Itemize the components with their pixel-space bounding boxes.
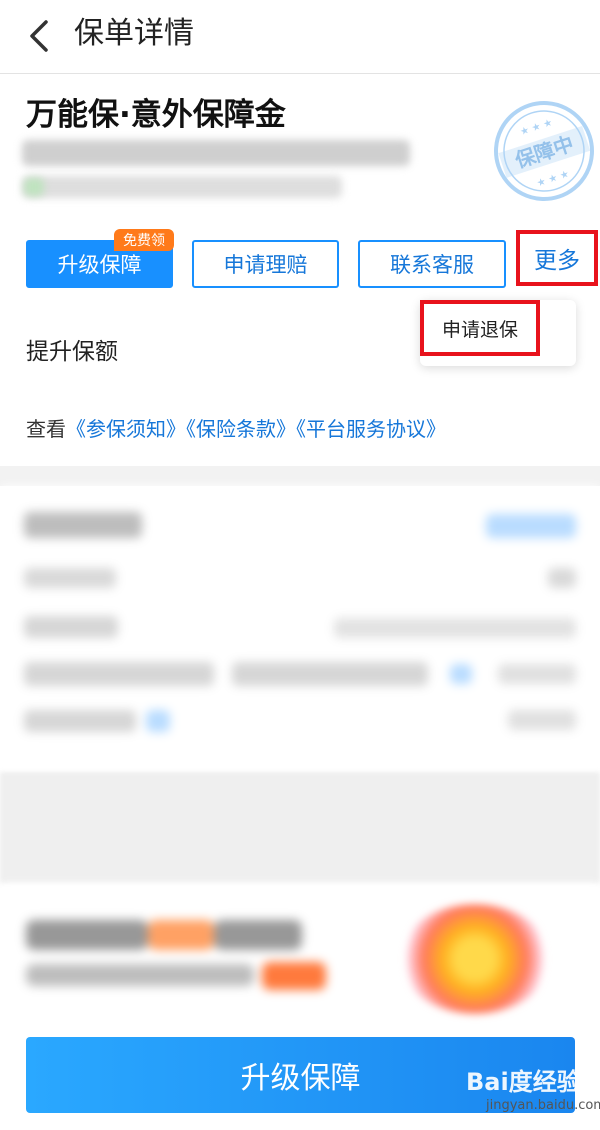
watermark-url: jingyan.baidu.com [486,1098,600,1113]
back-button[interactable] [20,16,60,56]
status-stamp: 保障中 ★ ★ ★ ★ ★ ★ [494,101,594,201]
free-badge: 免费领 [114,229,174,251]
more-button[interactable]: 更多 [516,230,598,286]
section-divider-2 [0,772,600,884]
chevron-left-icon [30,20,48,52]
watermark: Bai度经验 jingyan.baidu.com [466,1062,600,1122]
redacted-status-dot [24,178,44,196]
claim-button[interactable]: 申请理赔 [192,240,339,288]
contact-service-button[interactable]: 联系客服 [358,240,506,288]
page-title: 保单详情 [74,16,194,51]
top-bar: 保单详情 [0,0,600,74]
status-stamp-label: 保障中 [511,131,576,173]
svg-text:★ ★ ★: ★ ★ ★ [536,169,571,190]
redacted-details-card [0,486,600,772]
link-service-agreement[interactable]: 《平台服务协议》 [296,417,446,441]
redacted-policy-number [22,140,410,166]
increase-coverage-label: 提升保额 [26,339,118,365]
watermark-brand: Bai度经验 [466,1068,581,1096]
product-title: 万能保·意外保障金 [26,97,286,133]
section-divider [0,466,600,486]
links-prefix: 查看 [26,417,66,441]
link-enrollment-notice[interactable]: 《参保须知》 [66,417,186,441]
surrender-menu-item[interactable]: 申请退保 [420,300,540,356]
promo-illustration [400,904,550,1014]
document-links: 查看《参保须知》《保险条款》《平台服务协议》 [26,414,446,444]
svg-text:★ ★ ★: ★ ★ ★ [519,117,554,138]
link-policy-terms[interactable]: 《保险条款》 [186,417,296,441]
redacted-policy-period [22,176,342,198]
